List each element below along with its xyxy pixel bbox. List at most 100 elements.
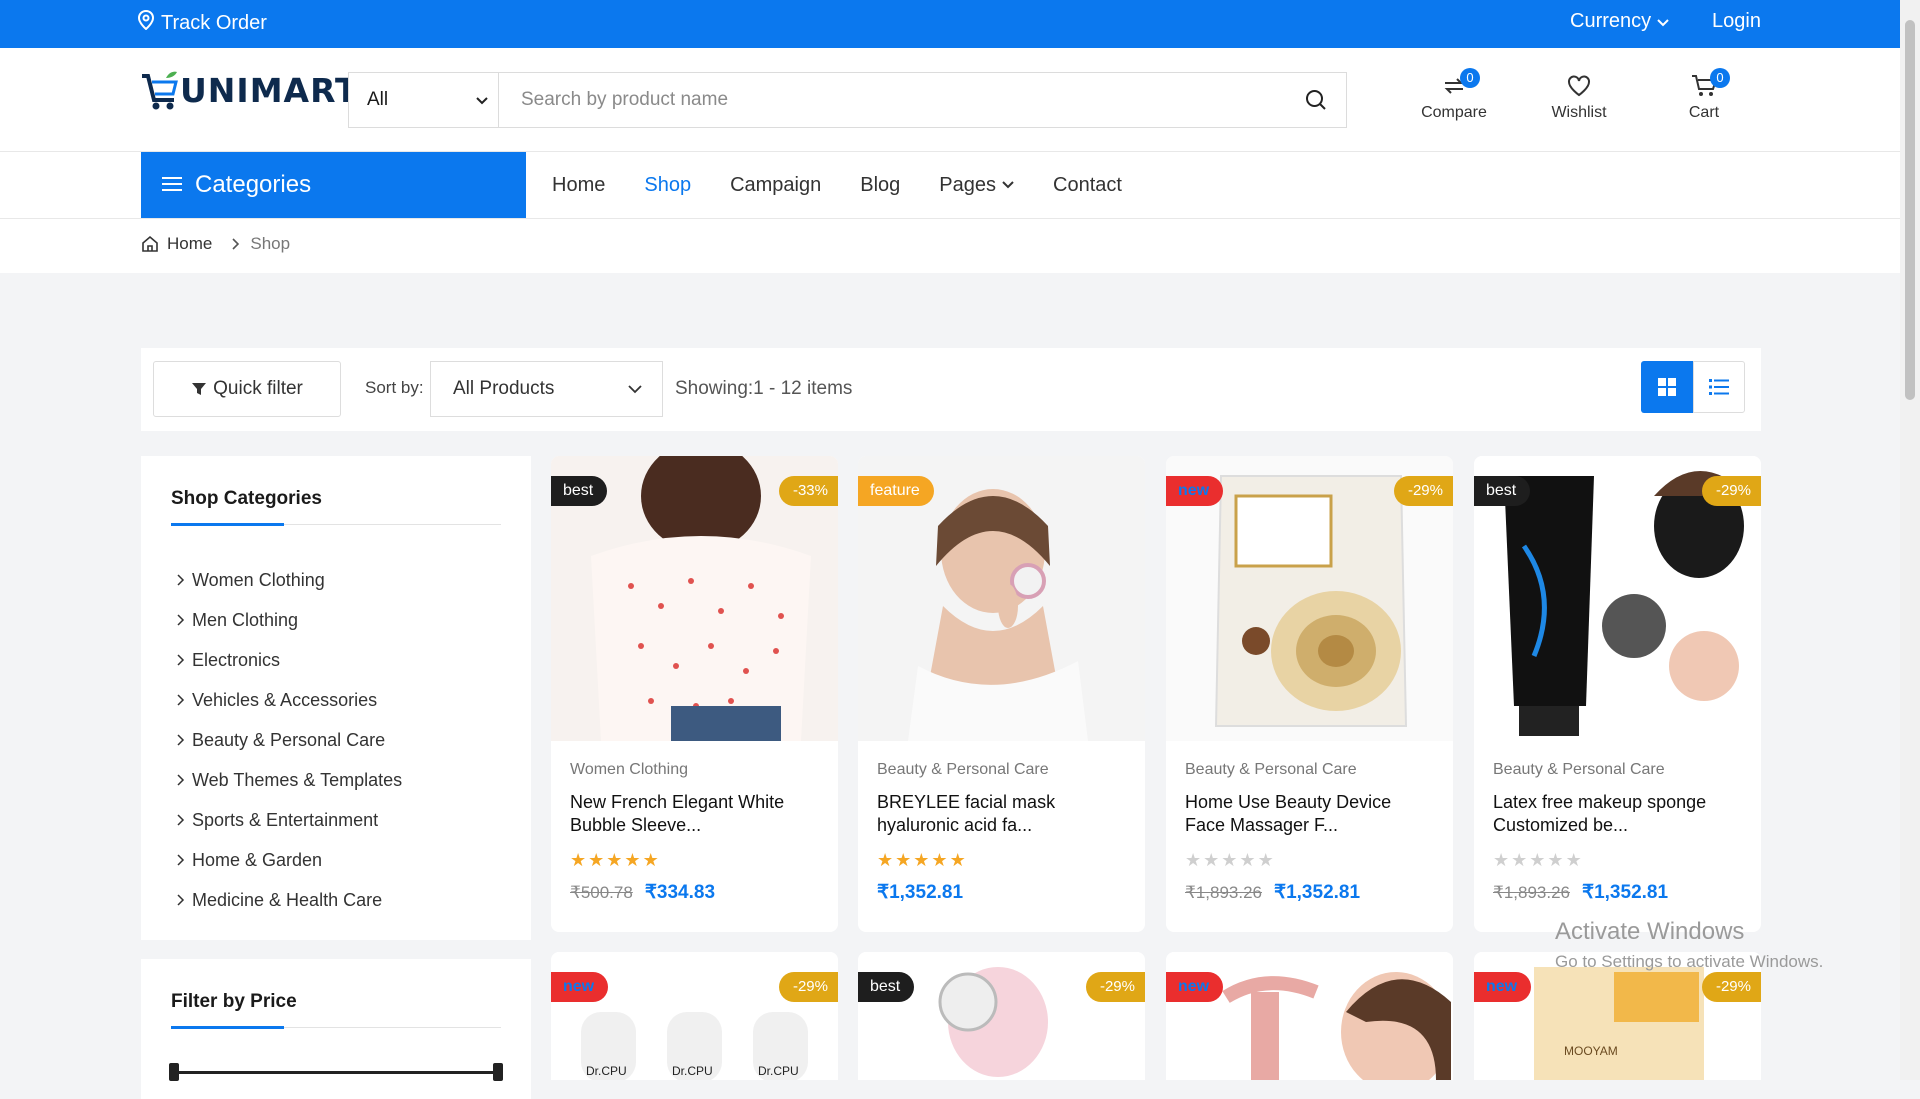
product-toolbar: Quick filter Sort by: All Products Showi… <box>141 348 1761 431</box>
category-label: Women Clothing <box>192 569 325 590</box>
nav-home[interactable]: Home <box>552 174 605 197</box>
breadcrumb-home[interactable]: Home <box>167 234 212 254</box>
currency-dropdown[interactable]: Currency <box>1570 10 1669 33</box>
star-icon: ★ <box>588 850 605 870</box>
nav-links: Home Shop Campaign Blog Pages Contact <box>552 152 1122 218</box>
current-price: ₹1,352.81 <box>1274 882 1361 903</box>
scrollbar-thumb[interactable] <box>1905 20 1915 400</box>
home-icon <box>142 235 158 252</box>
discount-badge: -29% <box>1701 972 1761 1002</box>
product-name[interactable]: New French Elegant White Bubble Sleeve..… <box>570 791 820 837</box>
nav-pages-label: Pages <box>939 173 996 196</box>
product-name-line: Home Use Beauty Device <box>1185 792 1392 812</box>
star-icon: ★ <box>606 850 623 870</box>
product-name[interactable]: Home Use Beauty Device Face Massager F..… <box>1185 791 1435 837</box>
product-category[interactable]: Beauty & Personal Care <box>1493 761 1665 779</box>
sort-label: Sort by: <box>365 378 424 397</box>
chevron-right-icon <box>177 694 185 706</box>
price-min-handle[interactable] <box>169 1063 179 1081</box>
grid-view-button[interactable] <box>1641 361 1693 413</box>
star-icon: ★ <box>624 850 641 870</box>
category-item[interactable]: Beauty & Personal Care <box>176 720 402 760</box>
nav-contact[interactable]: Contact <box>1053 174 1122 197</box>
product-category[interactable]: Beauty & Personal Care <box>1185 761 1357 779</box>
category-label: Medicine & Health Care <box>192 889 383 910</box>
star-icon: ★ <box>913 850 930 870</box>
category-item[interactable]: Electronics <box>176 640 402 680</box>
product-name-line: BREYLEE facial mask <box>877 792 1056 812</box>
chevron-down-icon <box>1002 181 1014 189</box>
category-list: Women Clothing Men Clothing Electronics … <box>176 560 402 920</box>
chevron-right-icon <box>177 654 185 666</box>
product-name[interactable]: Latex free makeup sponge Customized be..… <box>1493 791 1743 837</box>
product-card[interactable]: new <box>1166 952 1453 1080</box>
quick-filter-button[interactable]: Quick filter <box>153 361 341 417</box>
heart-icon <box>1568 75 1590 97</box>
nav-campaign[interactable]: Campaign <box>730 174 821 197</box>
chevron-down-icon <box>628 384 642 393</box>
page-scrollbar[interactable] <box>1900 0 1920 1080</box>
rating-stars: ★ ★ ★ ★ ★ <box>570 850 659 871</box>
star-icon: ★ <box>1239 850 1256 870</box>
star-icon: ★ <box>1547 850 1564 870</box>
wishlist-button[interactable]: Wishlist <box>1529 68 1629 122</box>
top-bar: Track Order Currency Login <box>0 0 1900 48</box>
search-category-value: All <box>367 89 389 110</box>
category-item[interactable]: Vehicles & Accessories <box>176 680 402 720</box>
category-item[interactable]: Women Clothing <box>176 560 402 600</box>
category-item[interactable]: Home & Garden <box>176 840 402 880</box>
discount-badge: -29% <box>1393 476 1453 506</box>
categories-button[interactable]: Categories <box>141 152 526 218</box>
product-name[interactable]: BREYLEE facial mask hyaluronic acid fa..… <box>877 791 1127 837</box>
product-card[interactable]: new -29% Beauty & Personal Care Home Use… <box>1166 456 1453 932</box>
product-tag: new <box>1474 972 1532 1002</box>
current-price: ₹1,352.81 <box>877 882 964 903</box>
nav-shop[interactable]: Shop <box>644 174 691 197</box>
compare-label: Compare <box>1421 104 1487 121</box>
chevron-right-icon <box>177 614 185 626</box>
category-item[interactable]: Sports & Entertainment <box>176 800 402 840</box>
product-image-text: MOOYAM <box>1564 1044 1618 1058</box>
windows-activation-watermark: Activate Windows Go to Settings to activ… <box>1555 918 1823 972</box>
chevron-right-icon <box>177 894 185 906</box>
rating-stars: ★ ★ ★ ★ ★ <box>1493 850 1582 871</box>
discount-badge: -29% <box>778 972 838 1002</box>
product-card[interactable]: Dr.CPU Dr.CPU Dr.CPU new -29% <box>551 952 838 1080</box>
product-price: ₹1,352.81 <box>877 881 963 904</box>
star-icon: ★ <box>1203 850 1220 870</box>
hamburger-icon <box>161 171 183 199</box>
search-icon[interactable] <box>1286 89 1346 111</box>
product-card[interactable]: best -33% Women Clothing New French Eleg… <box>551 456 838 932</box>
star-icon: ★ <box>1529 850 1546 870</box>
category-item[interactable]: Medicine & Health Care <box>176 880 402 920</box>
wishlist-label: Wishlist <box>1551 104 1607 121</box>
price-max-handle[interactable] <box>493 1063 503 1081</box>
showing-count: Showing:1 - 12 items <box>675 378 853 399</box>
cart-button[interactable]: 0 Cart <box>1654 68 1754 122</box>
category-item[interactable]: Men Clothing <box>176 600 402 640</box>
list-view-button[interactable] <box>1693 361 1745 413</box>
category-item[interactable]: Web Themes & Templates <box>176 760 402 800</box>
sort-select[interactable]: All Products <box>430 361 663 417</box>
product-category[interactable]: Beauty & Personal Care <box>877 761 1049 779</box>
track-order-link[interactable]: Track Order <box>137 9 267 36</box>
site-logo[interactable]: UNIMART <box>140 68 359 112</box>
product-price: ₹500.78 ₹334.83 <box>570 881 715 904</box>
price-range-slider[interactable] <box>169 1063 503 1081</box>
breadcrumb-current: Shop <box>250 234 291 253</box>
product-card[interactable]: best -29% <box>858 952 1145 1080</box>
star-icon: ★ <box>877 850 894 870</box>
login-link[interactable]: Login <box>1712 10 1761 33</box>
category-label: Sports & Entertainment <box>192 809 379 830</box>
nav-blog[interactable]: Blog <box>860 174 900 197</box>
nav-pages[interactable]: Pages <box>939 174 1014 197</box>
title-divider <box>171 1026 501 1029</box>
product-card[interactable]: best -29% Beauty & Personal Care Latex f… <box>1474 456 1761 932</box>
filter-icon <box>192 383 207 395</box>
product-card[interactable]: feature Beauty & Personal Care BREYLEE f… <box>858 456 1145 932</box>
search-input[interactable] <box>499 73 1286 127</box>
product-category[interactable]: Women Clothing <box>570 761 688 779</box>
compare-button[interactable]: 0 Compare <box>1404 68 1504 122</box>
search-category-select[interactable]: All <box>349 73 499 127</box>
chevron-right-icon <box>177 574 185 586</box>
